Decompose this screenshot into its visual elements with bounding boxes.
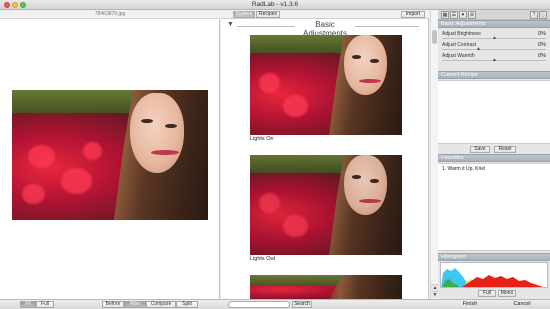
view-compare-button[interactable]: Compare [146, 301, 176, 308]
preview-header: 78463879.jpg [0, 10, 220, 19]
slider-track[interactable] [442, 49, 546, 50]
histogram-full-button[interactable]: Full [478, 290, 496, 297]
histogram-graphic [441, 268, 543, 287]
list-icon[interactable]: ☰ [450, 11, 458, 19]
heart-icon[interactable]: ♥ [459, 11, 467, 19]
warmth-label: Adjust Warmth [442, 53, 475, 59]
current-recipe-list[interactable] [438, 80, 550, 144]
brightness-value: 0% [538, 31, 546, 37]
tab-recipes[interactable]: Recipes [256, 11, 280, 18]
recipe-group-header[interactable]: ▼ Basic Adjustments [225, 20, 425, 38]
recipes-scrollbar[interactable]: ▲ ▼ [430, 10, 439, 299]
window-title: RadLab - v1.3.6 [251, 1, 299, 8]
contrast-slider[interactable]: Adjust Contrast 0% ▲ [440, 42, 548, 52]
cancel-button[interactable]: Cancel [502, 301, 542, 309]
divider [355, 26, 419, 27]
favorites-header: Favorites [438, 154, 550, 162]
histogram-red-channel [462, 275, 543, 287]
contrast-value: 0% [538, 42, 546, 48]
recipes-tabbar: System Recipes Import [221, 10, 429, 19]
recipe-thumbnail[interactable] [250, 35, 402, 135]
favorite-item[interactable]: 1. Warm it Up, Kriel [442, 166, 485, 172]
preview-image[interactable] [12, 90, 208, 220]
warmth-value: 0% [538, 53, 546, 59]
reset-recipe-button[interactable]: Reset [494, 146, 516, 153]
histogram-header: Histogram [438, 253, 550, 261]
preview-pane: 78463879.jpg [0, 10, 220, 299]
search-button[interactable]: Search [292, 301, 312, 308]
finish-toolbar: Finish Cancel [438, 299, 550, 309]
recipe-thumbnail[interactable] [250, 155, 402, 255]
slider-knob-icon[interactable]: ▲ [476, 46, 481, 52]
brightness-slider[interactable]: Adjust Brightness 0% ▲ [440, 31, 548, 41]
grid-icon[interactable]: ▦ [441, 11, 449, 19]
adjustments-panel: ▦ ☰ ♥ ⚙ ? ⓘ Basic Adjustments Adjust Bri… [438, 10, 550, 299]
preview-filename: 78463879.jpg [94, 11, 126, 17]
title-bar: RadLab - v1.3.6 [0, 0, 550, 10]
zoom-fit-button[interactable]: Fit [20, 301, 36, 308]
contrast-label: Adjust Contrast [442, 42, 477, 48]
basic-adjustments-header: Basic Adjustments [438, 20, 550, 28]
recipe-label: Lights Out [250, 256, 276, 262]
search-input[interactable] [228, 301, 290, 308]
finish-button[interactable]: Finish [452, 301, 488, 309]
favorites-list[interactable]: 1. Warm it Up, Kriel [438, 163, 550, 251]
recipe-thumbnail[interactable] [250, 275, 402, 299]
tab-system[interactable]: System [233, 11, 255, 18]
import-button[interactable]: Import [401, 11, 425, 18]
current-recipe-header: Current Recipe [438, 71, 550, 79]
info-icon[interactable]: ⓘ [539, 11, 547, 19]
panel-toolbar: ▦ ☰ ♥ ⚙ ? ⓘ [438, 10, 550, 20]
zoom-full-button[interactable]: Full [36, 301, 54, 308]
histogram-chart [440, 262, 548, 288]
disclosure-triangle-icon[interactable]: ▼ [227, 21, 234, 28]
slider-knob-icon[interactable]: ▲ [492, 57, 497, 63]
help-icon[interactable]: ? [530, 11, 538, 19]
recipe-label: Lights On [250, 136, 274, 142]
view-after-button[interactable]: After [124, 301, 146, 308]
warmth-slider[interactable]: Adjust Warmth 0% ▲ [440, 53, 548, 63]
view-before-button[interactable]: Before [102, 301, 124, 308]
view-split-button[interactable]: Split [176, 301, 198, 308]
slider-knob-icon[interactable]: ▲ [492, 35, 497, 41]
settings-icon[interactable]: ⚙ [468, 11, 476, 19]
recipes-pane: System Recipes Import ▼ Basic Adjustment… [221, 10, 429, 299]
histogram-mono-button[interactable]: Mono [498, 290, 516, 297]
divider [237, 26, 295, 27]
scroll-thumb[interactable] [432, 30, 437, 44]
save-recipe-button[interactable]: Save [470, 146, 490, 153]
brightness-label: Adjust Brightness [442, 31, 481, 37]
